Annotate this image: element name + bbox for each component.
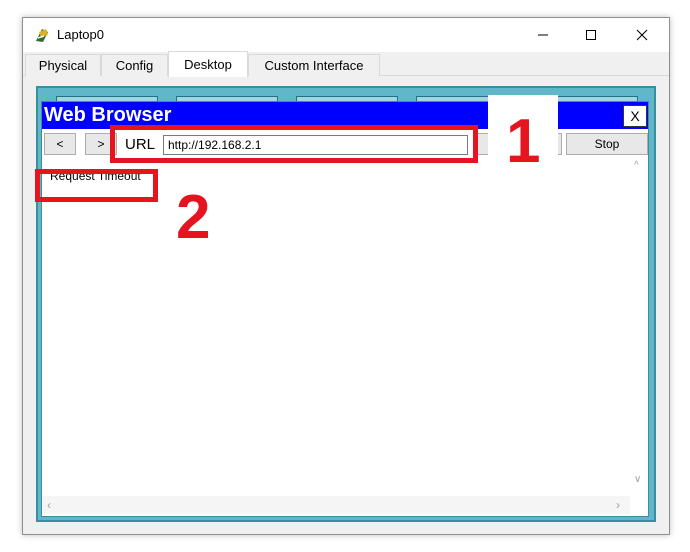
- browser-title: Web Browser: [44, 104, 172, 126]
- laptop-app-icon: [33, 26, 51, 44]
- scroll-right-icon[interactable]: ›: [616, 498, 620, 512]
- maximize-button[interactable]: [568, 18, 614, 52]
- scroll-up-icon[interactable]: ^: [634, 160, 639, 171]
- tab-physical[interactable]: Physical: [25, 54, 101, 76]
- close-icon: [636, 29, 648, 41]
- horizontal-scrollbar[interactable]: ‹ ›: [42, 496, 630, 514]
- annotation-url-box: [110, 125, 478, 163]
- annotation-timeout-box: [35, 169, 158, 202]
- tab-desktop[interactable]: Desktop: [168, 51, 248, 77]
- tab-config[interactable]: Config: [101, 54, 168, 76]
- stop-button[interactable]: Stop: [566, 133, 648, 155]
- window-titlebar[interactable]: Laptop0: [23, 18, 669, 52]
- annotation-number-2: 2: [176, 183, 211, 252]
- tab-custom-interface[interactable]: Custom Interface: [248, 54, 380, 76]
- browser-close-button[interactable]: X: [623, 105, 647, 127]
- close-button[interactable]: [619, 18, 665, 52]
- minimize-button[interactable]: [520, 18, 566, 52]
- maximize-icon: [586, 30, 596, 40]
- back-button[interactable]: <: [44, 133, 76, 155]
- app-window: Laptop0 Physical Config Desktop Custom I…: [22, 17, 670, 535]
- scroll-down-icon[interactable]: ∨: [634, 474, 641, 485]
- tab-strip: Physical Config Desktop Custom Interface: [23, 51, 669, 77]
- scroll-left-icon[interactable]: ‹: [47, 498, 51, 512]
- minimize-icon: [538, 34, 548, 36]
- page-content: Request Timeout ^ ∨: [42, 158, 648, 496]
- vertical-scrollbar[interactable]: ^ ∨: [630, 158, 648, 496]
- window-title: Laptop0: [57, 27, 104, 42]
- annotation-number-1: 1: [506, 107, 541, 176]
